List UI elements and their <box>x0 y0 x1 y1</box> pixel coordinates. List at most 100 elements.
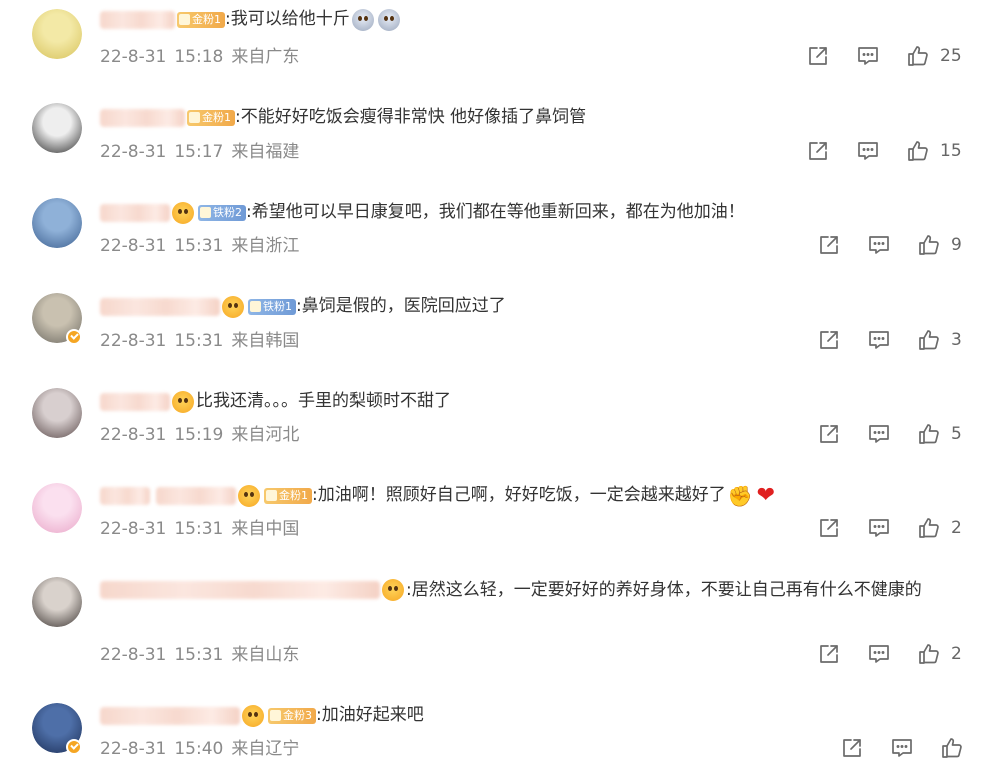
like-icon <box>917 233 943 257</box>
like-icon <box>917 422 943 446</box>
avatar-image <box>32 198 82 248</box>
share-button[interactable] <box>806 44 832 68</box>
heart-emoji-icon: ❤ <box>756 482 776 508</box>
avatar[interactable] <box>32 388 82 438</box>
fan-badge[interactable]: 铁粉2 <box>198 204 246 221</box>
fan-badge[interactable]: 铁粉1 <box>248 298 296 315</box>
avatar[interactable] <box>32 483 82 533</box>
reply-button[interactable] <box>867 233 893 257</box>
share-button[interactable] <box>817 642 843 666</box>
crown-icon <box>189 112 200 123</box>
username-blurred[interactable] <box>100 297 220 316</box>
comment-date: 22-8-31 <box>100 645 167 665</box>
like-icon <box>917 516 943 540</box>
avatar[interactable] <box>32 577 82 627</box>
comment-actions: 5 <box>817 421 963 447</box>
comment-icon <box>856 44 882 68</box>
comment-icon <box>856 139 882 163</box>
comment-meta: 22-8-31 15:40 来自辽宁 <box>100 737 299 761</box>
comment-time: 15:18 <box>174 47 224 67</box>
comment-location: 来自辽宁 <box>231 739 300 759</box>
like-count: 2 <box>951 644 962 664</box>
avatar-image <box>32 103 82 153</box>
username-blurred[interactable] <box>100 486 150 505</box>
comment-meta: 22-8-31 15:17 来自福建 <box>100 140 299 164</box>
muscle-emoji-icon: ✊ <box>727 483 753 508</box>
fan-badge-label: 铁粉2 <box>213 205 242 219</box>
username-blurred[interactable] <box>100 108 185 127</box>
like-icon <box>906 139 932 163</box>
comment-date: 22-8-31 <box>100 425 167 445</box>
share-icon <box>817 422 843 446</box>
reply-button[interactable] <box>856 139 882 163</box>
reply-button[interactable] <box>867 422 893 446</box>
like-button[interactable] <box>917 233 943 257</box>
share-button[interactable] <box>817 422 843 446</box>
comment-text-line: :居然这么轻，一定要好好的养好身体，不要让自己再有什么不健康的 <box>100 575 961 606</box>
like-icon <box>906 44 932 68</box>
comment-time: 15:31 <box>174 236 224 256</box>
like-button[interactable] <box>906 139 932 163</box>
fan-level-emoji-icon <box>172 390 194 413</box>
fan-level-emoji-icon <box>222 295 244 318</box>
verified-badge-icon <box>66 739 82 755</box>
avatar[interactable] <box>32 9 82 59</box>
reply-button[interactable] <box>867 516 893 540</box>
share-button[interactable] <box>806 139 832 163</box>
crown-icon <box>250 301 261 312</box>
reply-button[interactable] <box>867 328 893 352</box>
username-blurred[interactable] <box>100 10 175 29</box>
fan-badge[interactable]: 金粉3 <box>268 707 316 724</box>
fan-badge[interactable]: 金粉1 <box>264 487 312 504</box>
reply-button[interactable] <box>856 44 882 68</box>
username-blurred[interactable] <box>100 392 170 411</box>
share-icon <box>806 139 832 163</box>
comment-location: 来自河北 <box>231 425 300 445</box>
username-blurred[interactable] <box>100 706 240 725</box>
like-button[interactable] <box>917 328 943 352</box>
share-button[interactable] <box>840 736 866 760</box>
verified-badge-icon <box>66 329 82 345</box>
fan-badge[interactable]: 金粉1 <box>177 11 225 28</box>
fan-level-emoji-icon <box>172 201 194 224</box>
comment-actions: 2 <box>817 641 963 667</box>
share-icon <box>817 233 843 257</box>
comment-meta: 22-8-31 15:19 来自河北 <box>100 423 299 447</box>
like-button[interactable] <box>917 422 943 446</box>
comment-text-line: 金粉3:加油好起来吧 <box>100 700 961 731</box>
comment-location: 来自浙江 <box>231 236 300 256</box>
avatar-image <box>32 483 82 533</box>
fan-badge[interactable]: 金粉1 <box>187 109 235 126</box>
comment-text-line: 金粉1:我可以给他十斤 <box>100 4 961 35</box>
comment-meta: 22-8-31 15:31 来自韩国 <box>100 329 299 353</box>
avatar[interactable] <box>32 103 82 153</box>
avatar[interactable] <box>32 198 82 248</box>
like-button[interactable] <box>940 736 966 760</box>
comment-location: 来自广东 <box>231 47 300 67</box>
like-button[interactable] <box>917 642 943 666</box>
like-button[interactable] <box>917 516 943 540</box>
comment-date: 22-8-31 <box>100 739 167 759</box>
reply-button[interactable] <box>890 736 916 760</box>
share-button[interactable] <box>817 328 843 352</box>
comment-actions <box>840 735 986 761</box>
like-icon <box>917 642 943 666</box>
username-blurred[interactable] <box>100 581 380 599</box>
username-blurred[interactable] <box>100 203 170 222</box>
ghost-emoji-icon <box>377 8 400 31</box>
username-blurred[interactable] <box>156 486 236 505</box>
comment-meta: 22-8-31 15:31 来自中国 <box>100 517 299 541</box>
share-button[interactable] <box>817 516 843 540</box>
comment-content: :鼻饲是假的，医院回应过了 <box>296 296 506 316</box>
comment-actions: 9 <box>817 232 963 258</box>
comment-date: 22-8-31 <box>100 331 167 351</box>
comment-icon <box>867 233 893 257</box>
comment-content: :加油好起来吧 <box>316 705 424 725</box>
reply-button[interactable] <box>867 642 893 666</box>
like-count: 2 <box>951 518 962 538</box>
like-button[interactable] <box>906 44 932 68</box>
comment-icon <box>867 422 893 446</box>
comment-meta: 22-8-31 15:31 来自浙江 <box>100 234 299 258</box>
comment-content: :希望他可以早日康复吧，我们都在等他重新回来，都在为他加油！ <box>246 202 745 222</box>
share-button[interactable] <box>817 233 843 257</box>
